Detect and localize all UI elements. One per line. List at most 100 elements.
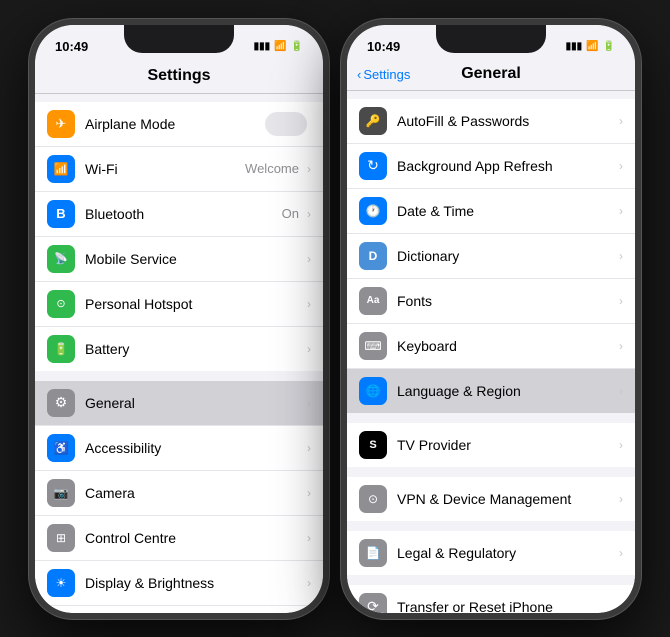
general-label: General <box>85 395 303 411</box>
bluetooth-chevron: › <box>307 207 311 221</box>
phone-1: 10:49 ▮▮▮ 📶 🔋 Settings ✈ <box>29 19 329 619</box>
transfer-label: Transfer or Reset iPhone <box>397 599 615 613</box>
general-nav: ‹ Settings General <box>347 63 635 91</box>
back-label: Settings <box>363 67 410 82</box>
status-bar-2: 10:49 ▮▮▮ 📶 🔋 <box>347 25 635 63</box>
back-chevron-icon: ‹ <box>357 67 361 82</box>
wifi-label: Wi-Fi <box>85 161 245 177</box>
display-chevron: › <box>307 576 311 590</box>
row-tv[interactable]: S TV Provider › <box>347 423 635 467</box>
row-accessibility[interactable]: ♿ Accessibility › <box>35 426 323 471</box>
row-wifi[interactable]: 📶 Wi-Fi Welcome › <box>35 147 323 192</box>
battery-icon-row: 🔋 <box>47 335 75 363</box>
transfer-chevron: › <box>619 600 623 613</box>
vpn-section: ⊙ VPN & Device Management › <box>347 477 635 521</box>
accessibility-chevron: › <box>307 441 311 455</box>
mobile-label: Mobile Service <box>85 251 303 267</box>
status-bar-1: 10:49 ▮▮▮ 📶 🔋 <box>35 25 323 63</box>
tv-label: TV Provider <box>397 437 615 453</box>
fonts-label: Fonts <box>397 293 615 309</box>
row-bluetooth[interactable]: B Bluetooth On › <box>35 192 323 237</box>
keyboard-chevron: › <box>619 339 623 353</box>
row-hotspot[interactable]: ⊙ Personal Hotspot › <box>35 282 323 327</box>
general-content[interactable]: 🔑 AutoFill & Passwords › ↻ Background Ap… <box>347 91 635 613</box>
language-icon: 🌐 <box>359 377 387 405</box>
row-legal[interactable]: 📄 Legal & Regulatory › <box>347 531 635 575</box>
row-datetime[interactable]: 🕐 Date & Time › <box>347 189 635 234</box>
language-label: Language & Region <box>397 383 615 399</box>
legal-label: Legal & Regulatory <box>397 545 615 561</box>
fonts-icon: Aa <box>359 287 387 315</box>
back-button[interactable]: ‹ Settings <box>357 67 410 82</box>
transfer-icon: ⟳ <box>359 593 387 613</box>
general-title: General <box>461 65 521 83</box>
row-airplane[interactable]: ✈ Airplane Mode <box>35 102 323 147</box>
row-fonts[interactable]: Aa Fonts › <box>347 279 635 324</box>
row-language[interactable]: 🌐 Language & Region › <box>347 369 635 413</box>
row-camera[interactable]: 📷 Camera › <box>35 471 323 516</box>
camera-icon: 📷 <box>47 479 75 507</box>
bluetooth-value: On <box>282 206 299 221</box>
hotspot-icon: ⊙ <box>47 290 75 318</box>
display-icon: ☀ <box>47 569 75 597</box>
settings-content[interactable]: ✈ Airplane Mode 📶 Wi-Fi Welcome › <box>35 94 323 613</box>
background-label: Background App Refresh <box>397 158 615 174</box>
row-mobile[interactable]: 📡 Mobile Service › <box>35 237 323 282</box>
row-homescreen[interactable]: ⊟ Home Screen & App Library › <box>35 606 323 613</box>
row-vpn[interactable]: ⊙ VPN & Device Management › <box>347 477 635 521</box>
dictionary-icon: D <box>359 242 387 270</box>
datetime-label: Date & Time <box>397 203 615 219</box>
settings-nav: Settings <box>35 63 323 94</box>
general-section: ⚙ General › ♿ Accessibility › <box>35 381 323 613</box>
airplane-icon: ✈ <box>47 110 75 138</box>
keyboard-label: Keyboard <box>397 338 615 354</box>
general-list: 🔑 AutoFill & Passwords › ↻ Background Ap… <box>347 91 635 613</box>
row-transfer[interactable]: ⟳ Transfer or Reset iPhone › <box>347 585 635 613</box>
row-battery[interactable]: 🔋 Battery › <box>35 327 323 371</box>
keyboard-icon: ⌨ <box>359 332 387 360</box>
accessibility-icon: ♿ <box>47 434 75 462</box>
wifi-icon-2: 📶 <box>586 41 598 52</box>
mobile-chevron: › <box>307 252 311 266</box>
camera-chevron: › <box>307 486 311 500</box>
vpn-icon: ⊙ <box>359 485 387 513</box>
airplane-label: Airplane Mode <box>85 116 265 132</box>
phones-container: 10:49 ▮▮▮ 📶 🔋 Settings ✈ <box>19 9 651 629</box>
wifi-icon-row: 📶 <box>47 155 75 183</box>
signal-icon: ▮▮▮ <box>254 41 271 52</box>
accessibility-label: Accessibility <box>85 440 303 456</box>
vpn-chevron: › <box>619 492 623 506</box>
background-icon: ↻ <box>359 152 387 180</box>
dictionary-label: Dictionary <box>397 248 615 264</box>
dictionary-chevron: › <box>619 249 623 263</box>
row-display[interactable]: ☀ Display & Brightness › <box>35 561 323 606</box>
battery-icon-2: 🔋 <box>603 41 615 52</box>
legal-icon: 📄 <box>359 539 387 567</box>
fonts-chevron: › <box>619 294 623 308</box>
row-keyboard[interactable]: ⌨ Keyboard › <box>347 324 635 369</box>
mobile-icon: 📡 <box>47 245 75 273</box>
legal-chevron: › <box>619 546 623 560</box>
row-dictionary[interactable]: D Dictionary › <box>347 234 635 279</box>
time-1: 10:49 <box>55 39 88 54</box>
row-control[interactable]: ⊞ Control Centre › <box>35 516 323 561</box>
control-label: Control Centre <box>85 530 303 546</box>
camera-label: Camera <box>85 485 303 501</box>
row-general[interactable]: ⚙ General › <box>35 381 323 426</box>
display-label: Display & Brightness <box>85 575 303 591</box>
autofill-label: AutoFill & Passwords <box>397 113 615 129</box>
wifi-icon: 📶 <box>274 41 286 52</box>
signal-icon-2: ▮▮▮ <box>566 41 583 52</box>
hotspot-label: Personal Hotspot <box>85 296 303 312</box>
tv-icon: S <box>359 431 387 459</box>
airplane-toggle[interactable] <box>265 112 307 136</box>
row-autofill[interactable]: 🔑 AutoFill & Passwords › <box>347 99 635 144</box>
legal-section: 📄 Legal & Regulatory › <box>347 531 635 575</box>
control-icon: ⊞ <box>47 524 75 552</box>
wifi-value: Welcome <box>245 161 299 176</box>
autofill-chevron: › <box>619 114 623 128</box>
vpn-label: VPN & Device Management <box>397 491 615 507</box>
tv-section: S TV Provider › <box>347 423 635 467</box>
row-background[interactable]: ↻ Background App Refresh › <box>347 144 635 189</box>
settings-title: Settings <box>147 67 210 84</box>
